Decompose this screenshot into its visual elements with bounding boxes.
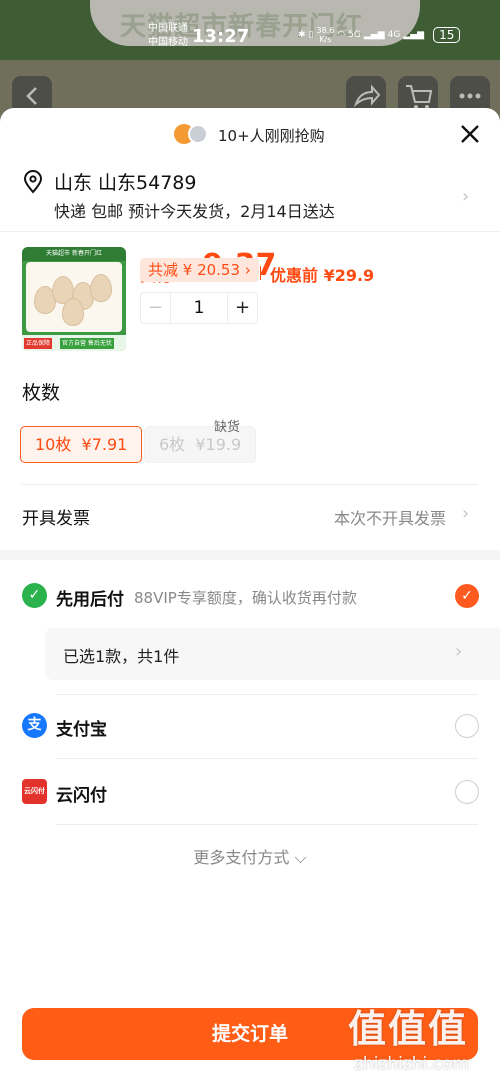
- watermark-url: zhizhizhi.com: [354, 1054, 469, 1074]
- divider: [56, 824, 478, 825]
- signal-icon: ▂▄▆: [403, 30, 425, 40]
- option-label: 6枚: [159, 435, 186, 454]
- pay-option-name: 支付宝: [56, 720, 107, 740]
- invoice-label: 开具发票: [22, 509, 90, 529]
- official-badge: 官方自营 售后无忧: [60, 338, 114, 349]
- carrier-1: 中国联通: [148, 23, 188, 34]
- product-image-footer: 正品保障 官方自营 售后无忧: [22, 335, 126, 351]
- address-line: 山东 山东54789: [54, 172, 197, 194]
- network-label-2: 4G: [387, 30, 401, 40]
- watermark: 值值值 zhizhizhi.com: [348, 998, 498, 1078]
- pay-option-alipay[interactable]: 支 支付宝: [0, 708, 500, 744]
- egg: [62, 298, 84, 326]
- avatar: [188, 124, 208, 144]
- net-speed-unit: K/s: [319, 35, 332, 44]
- quantity-plus-button[interactable]: +: [227, 293, 257, 323]
- clock: 13:27: [192, 26, 250, 47]
- location-pin-icon: [23, 170, 43, 194]
- price-divider: [260, 266, 261, 280]
- option-price: ¥19.9: [195, 435, 242, 454]
- chevron-right-icon: ›: [455, 641, 463, 662]
- chevron-right-icon: ›: [462, 503, 470, 524]
- invoice-row[interactable]: 开具发票 本次不开具发票 ›: [0, 498, 500, 532]
- wifi-icon: ◠: [337, 30, 346, 40]
- sheet-header: 10+人刚刚抢购: [0, 120, 500, 150]
- option-10-eggs[interactable]: 10枚 ¥7.91: [20, 426, 143, 463]
- more-payment-methods[interactable]: 更多支付方式 ⌵: [0, 844, 500, 868]
- net-speed: 38.6 K/s: [317, 26, 335, 44]
- address-section[interactable]: 山东 山东54789 快递 包邮 预计今天发货，2月14日送达 ›: [0, 164, 500, 232]
- delivery-info: 快递 包邮 预计今天发货，2月14日送达: [54, 202, 335, 221]
- selected-items-row[interactable]: 已选1款，共1件 ›: [45, 628, 500, 680]
- quantity-minus-button[interactable]: −: [141, 293, 171, 323]
- chevron-right-icon: ›: [462, 186, 470, 207]
- product-image-banner: 天猫超市 新春开门红: [22, 247, 126, 261]
- out-of-stock-badge: 缺货: [214, 420, 241, 435]
- status-bar: 中国联通 中国移动 13:27 ✱ ▯ 38.6 K/s ◠ 5G ▂▄▆ 4G…: [0, 22, 500, 52]
- pay-option-desc: 88VIP专享额度，确认收货再付款: [134, 589, 357, 607]
- recent-buyers-text: 10+人刚刚抢购: [218, 127, 325, 145]
- divider: [56, 758, 478, 759]
- pay-option-unionpay[interactable]: 云闪付 云闪付: [0, 774, 500, 810]
- watermark-logo: 值值值: [348, 1007, 469, 1051]
- pay-option-name: 云闪付: [56, 786, 107, 806]
- close-button[interactable]: [456, 120, 484, 148]
- alipay-icon: 支: [22, 713, 47, 738]
- quantity-value[interactable]: 1: [171, 293, 227, 323]
- deferred-pay-icon: ✓: [22, 583, 47, 608]
- battery-icon: 15: [433, 27, 461, 43]
- network-label-1: 5G: [348, 30, 361, 40]
- original-price: 优惠前 ¥29.9: [270, 266, 375, 285]
- chevron-down-icon: ⌵: [294, 848, 307, 867]
- divider: [22, 484, 478, 485]
- signal-icon: ▂▄▆: [363, 30, 385, 40]
- genuine-badge: 正品保障: [24, 338, 53, 349]
- radio-unchecked[interactable]: [455, 714, 479, 738]
- discount-badge[interactable]: 共减 ¥ 20.53 ›: [140, 258, 259, 282]
- carrier-labels: 中国联通 中国移动: [148, 22, 188, 50]
- more-payment-label: 更多支付方式: [193, 848, 290, 867]
- quantity-stepper: − 1 +: [140, 292, 258, 324]
- spec-title: 枚数: [22, 382, 61, 404]
- radio-checked[interactable]: ✓: [455, 584, 479, 608]
- close-icon: [461, 125, 479, 143]
- option-price: ¥7.91: [81, 435, 128, 454]
- egg: [90, 274, 112, 302]
- pay-option-name: 先用后付: [56, 590, 124, 610]
- pay-option-deferred[interactable]: ✓ 先用后付 88VIP专享额度，确认收货再付款 ✓: [0, 578, 500, 614]
- bluetooth-icon: ✱: [298, 30, 306, 40]
- section-gap: [0, 550, 500, 560]
- unionpay-icon: 云闪付: [22, 779, 47, 804]
- divider: [56, 694, 478, 695]
- option-label: 10枚: [35, 435, 72, 454]
- buyer-avatars: [174, 124, 214, 146]
- vibrate-icon: ▯: [308, 30, 314, 40]
- net-speed-value: 38.6: [316, 26, 335, 35]
- egg-tray: [26, 262, 122, 332]
- invoice-value: 本次不开具发票: [334, 509, 447, 528]
- selected-summary: 已选1款，共1件: [63, 647, 180, 666]
- order-sheet: 10+人刚刚抢购 山东 山东54789 快递 包邮 预计今天发货，2月14日送达…: [0, 108, 500, 1083]
- radio-unchecked[interactable]: [455, 780, 479, 804]
- product-image[interactable]: 天猫超市 新春开门红 正品保障 官方自营 售后无忧: [22, 247, 126, 351]
- status-icons: ✱ ▯ 38.6 K/s ◠ 5G ▂▄▆ 4G ▂▄▆ 15: [298, 26, 461, 44]
- carrier-2: 中国移动: [148, 37, 188, 48]
